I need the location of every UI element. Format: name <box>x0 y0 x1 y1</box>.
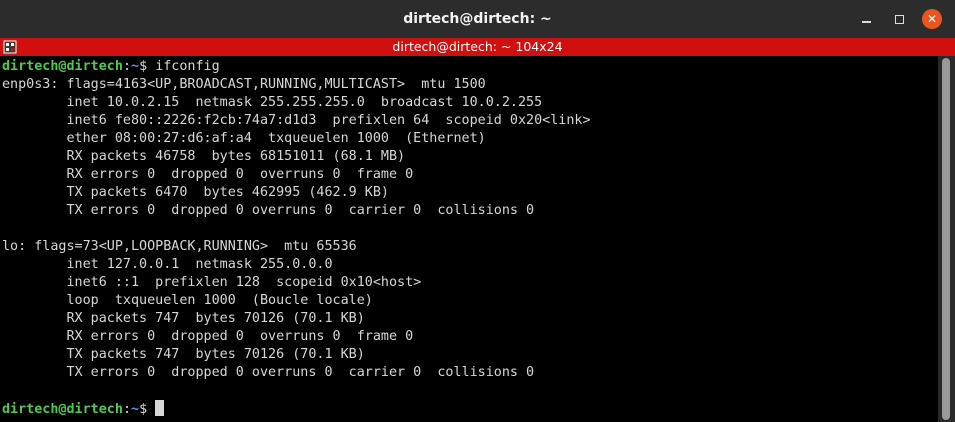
output-line: TX errors 0 dropped 0 overruns 0 carrier… <box>2 365 535 380</box>
prompt-path: ~ <box>131 59 140 74</box>
minimize-icon <box>861 21 871 23</box>
output-line: ether 08:00:27:d6:af:a4 txqueuelen 1000 … <box>2 131 486 146</box>
maximize-icon <box>894 14 904 24</box>
output-line: inet 10.0.2.15 netmask 255.255.255.0 bro… <box>2 95 543 110</box>
terminal-tab[interactable]: dirtech@dirtech: ~ 104x24 <box>0 38 955 56</box>
scrollbar-thumb[interactable] <box>942 58 950 420</box>
tab-title: dirtech@dirtech: ~ 104x24 <box>392 39 563 54</box>
vertical-scrollbar[interactable] <box>938 56 955 422</box>
output-line: loop txqueuelen 1000 (Boucle locale) <box>2 293 373 308</box>
output-line: RX errors 0 dropped 0 overruns 0 frame 0 <box>2 329 414 344</box>
prompt-path: ~ <box>131 402 140 417</box>
maximize-button[interactable] <box>889 9 909 29</box>
terminal-text: dirtech@dirtech:~$ ifconfig enp0s3: flags… <box>2 58 591 418</box>
prompt-symbol: $ <box>139 402 148 417</box>
output-line: RX packets 747 bytes 70126 (70.1 KB) <box>2 311 365 326</box>
close-icon: ✕ <box>926 12 938 26</box>
terminal-window: dirtech@dirtech: ~ ✕ dirtech@dirtech: ~ … <box>0 0 955 422</box>
output-line: enp0s3: flags=4163<UP,BROADCAST,RUNNING,… <box>2 77 486 92</box>
window-titlebar[interactable]: dirtech@dirtech: ~ ✕ <box>0 0 955 38</box>
text-cursor <box>155 400 165 416</box>
prompt-separator: : <box>122 59 131 74</box>
command-text: ifconfig <box>155 59 220 74</box>
terminal-content[interactable]: dirtech@dirtech:~$ ifconfig enp0s3: flags… <box>0 56 938 422</box>
prompt-user-host: dirtech@dirtech <box>2 402 123 417</box>
output-line: TX errors 0 dropped 0 overruns 0 carrier… <box>2 203 535 218</box>
close-button[interactable]: ✕ <box>922 9 942 29</box>
output-line: RX errors 0 dropped 0 overruns 0 frame 0 <box>2 167 414 182</box>
active-prompt-line[interactable]: dirtech@dirtech:~$ <box>2 400 591 418</box>
prompt-user-host: dirtech@dirtech <box>2 59 123 74</box>
output-line: lo: flags=73<UP,LOOPBACK,RUNNING> mtu 65… <box>2 239 357 254</box>
prompt-symbol: $ <box>139 59 148 74</box>
output-line: RX packets 46758 bytes 68151011 (68.1 MB… <box>2 149 406 164</box>
prompt-separator: : <box>122 402 131 417</box>
window-title: dirtech@dirtech: ~ <box>403 11 552 27</box>
output-line: inet6 ::1 prefixlen 128 scopeid 0x10<hos… <box>2 275 422 290</box>
output-line: TX packets 6470 bytes 462995 (462.9 KB) <box>2 185 389 200</box>
minimize-button[interactable] <box>856 9 876 29</box>
command-line: dirtech@dirtech:~$ ifconfig <box>2 58 591 76</box>
output-line: inet 127.0.0.1 netmask 255.0.0.0 <box>2 257 333 272</box>
output-line: TX packets 747 bytes 70126 (70.1 KB) <box>2 347 365 362</box>
output-line: inet6 fe80::2226:f2cb:74a7:d1d3 prefixle… <box>2 113 591 128</box>
